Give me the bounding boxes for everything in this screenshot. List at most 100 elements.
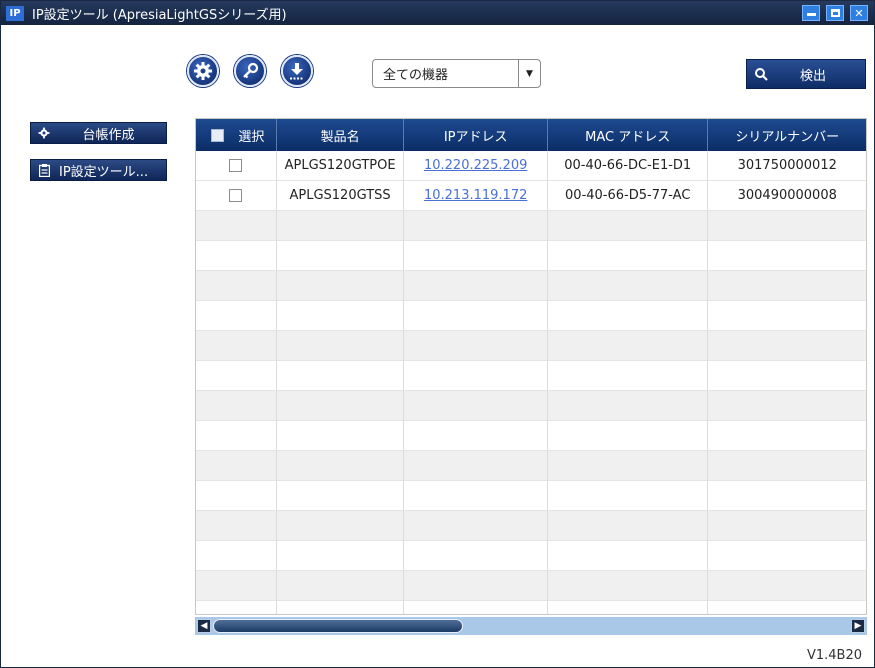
empty-cell <box>276 241 405 271</box>
empty-cell <box>277 601 405 614</box>
empty-table-row <box>196 541 866 571</box>
table-row[interactable]: APLGS120GTSS 10.213.119.172 00-40-66-D5-… <box>196 181 866 211</box>
clipboard-icon <box>31 163 57 177</box>
empty-cell <box>708 301 866 331</box>
empty-cell <box>196 271 277 301</box>
empty-table-row <box>196 361 866 391</box>
empty-cell <box>547 331 709 361</box>
close-button[interactable]: ✕ <box>850 5 868 21</box>
empty-cell <box>708 451 866 481</box>
empty-cell <box>708 361 866 391</box>
row-checkbox[interactable] <box>229 189 243 202</box>
empty-cell <box>708 241 866 271</box>
empty-cell <box>404 451 548 481</box>
row-checkbox[interactable] <box>229 159 243 172</box>
empty-cell <box>404 421 548 451</box>
mac-cell: 00-40-66-DC-E1-D1 <box>547 151 709 181</box>
app-icon: IP <box>6 5 24 21</box>
empty-cell <box>276 481 405 511</box>
empty-cell <box>547 301 709 331</box>
serial-cell: 301750000012 <box>708 151 866 181</box>
ip-cell: 10.213.119.172 <box>404 181 548 211</box>
empty-cell <box>404 391 548 421</box>
key-button[interactable] <box>234 55 266 87</box>
gear-icon <box>31 127 57 139</box>
empty-table-row <box>196 331 866 361</box>
download-button[interactable] <box>281 55 313 87</box>
empty-cell <box>196 541 277 571</box>
empty-cell <box>708 601 866 614</box>
select-all-checkbox[interactable] <box>211 128 225 142</box>
column-header-select[interactable]: 選択 <box>196 119 277 151</box>
minimize-icon <box>806 13 816 16</box>
empty-cell <box>276 301 405 331</box>
column-header-ip[interactable]: IPアドレス <box>404 119 548 151</box>
ip-cell: 10.220.225.209 <box>404 151 548 181</box>
horizontal-scrollbar[interactable]: ◀ ▶ <box>195 617 867 635</box>
product-cell: APLGS120GTPOE <box>276 151 405 181</box>
column-header-product[interactable]: 製品名 <box>277 119 405 151</box>
sidebar-item-ip-tool[interactable]: IP設定ツール... <box>30 159 167 181</box>
table-row[interactable]: APLGS120GTPOE 10.220.225.209 00-40-66-DC… <box>196 151 866 181</box>
scroll-right-icon[interactable]: ▶ <box>851 619 865 633</box>
empty-cell <box>547 391 709 421</box>
mac-cell: 00-40-66-D5-77-AC <box>547 181 709 211</box>
empty-cell <box>404 601 548 614</box>
empty-cell <box>276 511 405 541</box>
empty-cell <box>547 451 709 481</box>
empty-cell <box>404 571 548 601</box>
empty-cell <box>708 211 866 241</box>
empty-cell <box>547 361 709 391</box>
empty-cell <box>404 541 548 571</box>
chevron-down-icon[interactable]: ▼ <box>518 60 540 87</box>
empty-cell <box>276 331 405 361</box>
empty-cell <box>547 571 709 601</box>
empty-cell <box>404 211 548 241</box>
row-select-cell <box>196 181 277 211</box>
empty-cell <box>404 511 548 541</box>
empty-cell <box>708 391 866 421</box>
download-icon <box>290 63 303 80</box>
empty-cell <box>276 451 405 481</box>
scroll-thumb[interactable] <box>213 619 463 633</box>
device-filter-select[interactable]: 全ての機器 ▼ <box>372 59 541 88</box>
settings-icon <box>194 62 212 80</box>
empty-cell <box>196 511 277 541</box>
empty-cell <box>547 271 709 301</box>
sidebar-item-label: 台帳作成 <box>82 127 135 143</box>
key-icon <box>243 62 259 79</box>
empty-cell <box>708 331 866 361</box>
empty-table-row <box>196 421 866 451</box>
empty-cell <box>196 211 277 241</box>
empty-cell <box>276 541 405 571</box>
empty-cell <box>196 421 277 451</box>
empty-cell <box>404 331 548 361</box>
empty-cell <box>276 211 405 241</box>
ip-link[interactable]: 10.213.119.172 <box>424 188 527 203</box>
empty-rows <box>196 211 866 614</box>
empty-cell <box>196 601 277 614</box>
title-bar[interactable]: IP IP設定ツール (ApresiaLightGSシリーズ用) ✕ <box>1 1 874 25</box>
empty-cell <box>196 331 277 361</box>
maximize-icon <box>830 9 840 17</box>
product-cell: APLGS120GTSS <box>276 181 405 211</box>
detect-button[interactable]: 検出 <box>746 59 866 89</box>
column-header-mac[interactable]: MAC アドレス <box>548 119 709 151</box>
empty-table-row <box>196 271 866 301</box>
ip-link[interactable]: 10.220.225.209 <box>424 158 527 173</box>
empty-table-row <box>196 571 866 601</box>
version-label: V1.4B20 <box>806 648 862 663</box>
minimize-button[interactable] <box>802 5 820 21</box>
empty-cell <box>708 571 866 601</box>
scroll-left-icon[interactable]: ◀ <box>197 619 211 633</box>
empty-cell <box>196 391 277 421</box>
empty-cell <box>708 541 866 571</box>
table-header: 選択 製品名 IPアドレス MAC アドレス シリアルナンバー <box>196 119 866 151</box>
settings-button[interactable] <box>187 55 219 87</box>
column-header-serial[interactable]: シリアルナンバー <box>708 119 866 151</box>
sidebar-item-ledger[interactable]: 台帳作成 <box>30 122 167 144</box>
empty-cell <box>708 421 866 451</box>
empty-cell <box>708 481 866 511</box>
maximize-button[interactable] <box>826 5 844 21</box>
column-header-label: シリアルナンバー <box>735 129 840 145</box>
